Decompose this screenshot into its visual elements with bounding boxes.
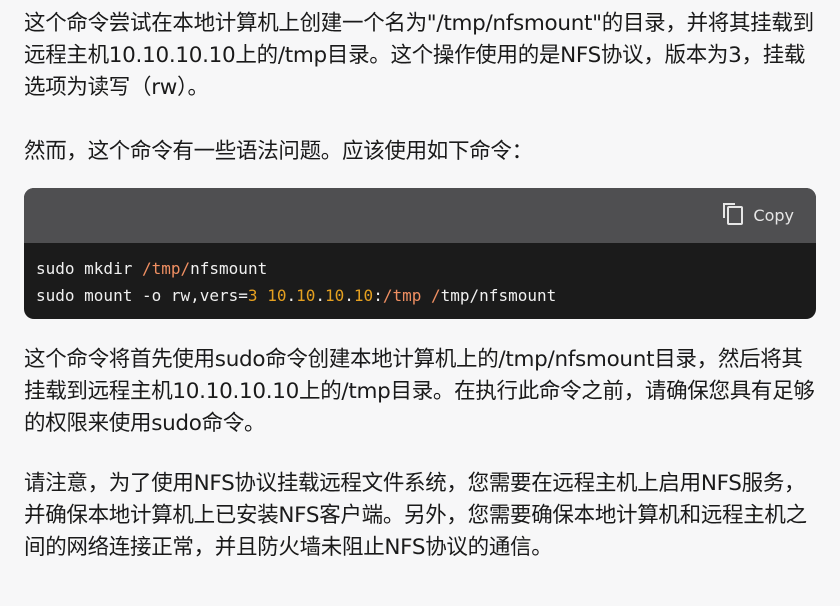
- paragraph-explanation: 这个命令尝试在本地计算机上创建一个名为"/tmp/nfsmount"的目录，并将…: [24, 11, 814, 100]
- code-line: sudo mount -o rw,vers=3 10.10.10.10:/tmp…: [36, 282, 804, 309]
- copy-button[interactable]: Copy: [723, 203, 794, 225]
- copy-icon: [723, 203, 744, 225]
- code-token: 10: [296, 286, 316, 305]
- code-token: nfsmount: [190, 259, 268, 278]
- code-token: /tmp: [382, 286, 422, 305]
- code-token: :: [373, 286, 383, 305]
- code-token: /: [431, 286, 441, 305]
- code-block: Copy sudo mkdir /tmp/nfsmount sudo mount …: [24, 188, 816, 319]
- code-token: .: [315, 286, 326, 305]
- code-token: sudo mkdir: [36, 259, 142, 278]
- code-token: /tmp/: [141, 259, 191, 278]
- copy-label: Copy: [753, 206, 794, 225]
- code-token: .: [344, 286, 354, 305]
- code-block-header: Copy: [24, 188, 816, 243]
- paragraph-note: 请注意，为了使用NFS协议挂载远程文件系统，您需要在远程主机上启用NFS服务，并…: [24, 471, 807, 560]
- code-token: sudo mount -o rw,vers=: [36, 286, 248, 305]
- code-token: 10: [353, 286, 374, 305]
- code-token: .: [286, 286, 297, 305]
- code-token: 3: [247, 286, 258, 305]
- code-token: tmp/nfsmount: [440, 286, 557, 305]
- code-token: 10: [325, 286, 345, 305]
- code-line: sudo mkdir /tmp/nfsmount: [36, 255, 804, 282]
- code-content: sudo mkdir /tmp/nfsmount sudo mount -o rw…: [24, 243, 816, 319]
- paragraph-correction-intro: 然而，这个命令有一些语法问题。应该使用如下命令：: [24, 139, 533, 164]
- code-token: 10: [267, 286, 287, 305]
- paragraph-command-explanation: 这个命令将首先使用sudo命令创建本地计算机上的/tmp/nfsmount目录，…: [24, 347, 815, 436]
